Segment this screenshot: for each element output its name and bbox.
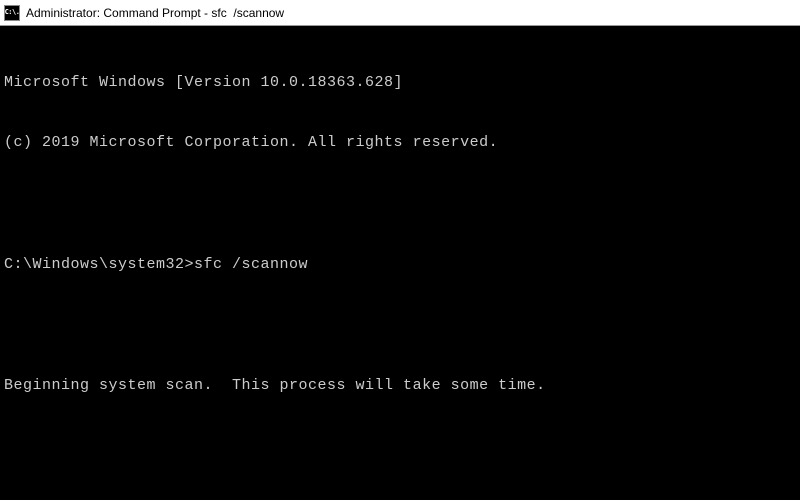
- blank-line: [4, 316, 796, 336]
- prompt-line: C:\Windows\system32>sfc /scannow: [4, 255, 796, 275]
- window-titlebar[interactable]: C:\. Administrator: Command Prompt - sfc…: [0, 0, 800, 26]
- entered-command: sfc /scannow: [194, 255, 308, 275]
- window-title: Administrator: Command Prompt - sfc /sca…: [26, 6, 284, 20]
- cmd-icon: C:\.: [4, 5, 20, 21]
- status-line: Beginning system scan. This process will…: [4, 376, 796, 396]
- prompt-path: C:\Windows\system32>: [4, 255, 194, 275]
- cmd-icon-glyph: C:\.: [5, 9, 20, 16]
- blank-line: [4, 194, 796, 214]
- copyright-line: (c) 2019 Microsoft Corporation. All righ…: [4, 133, 796, 153]
- version-line: Microsoft Windows [Version 10.0.18363.62…: [4, 73, 796, 93]
- terminal-area[interactable]: Microsoft Windows [Version 10.0.18363.62…: [0, 26, 800, 423]
